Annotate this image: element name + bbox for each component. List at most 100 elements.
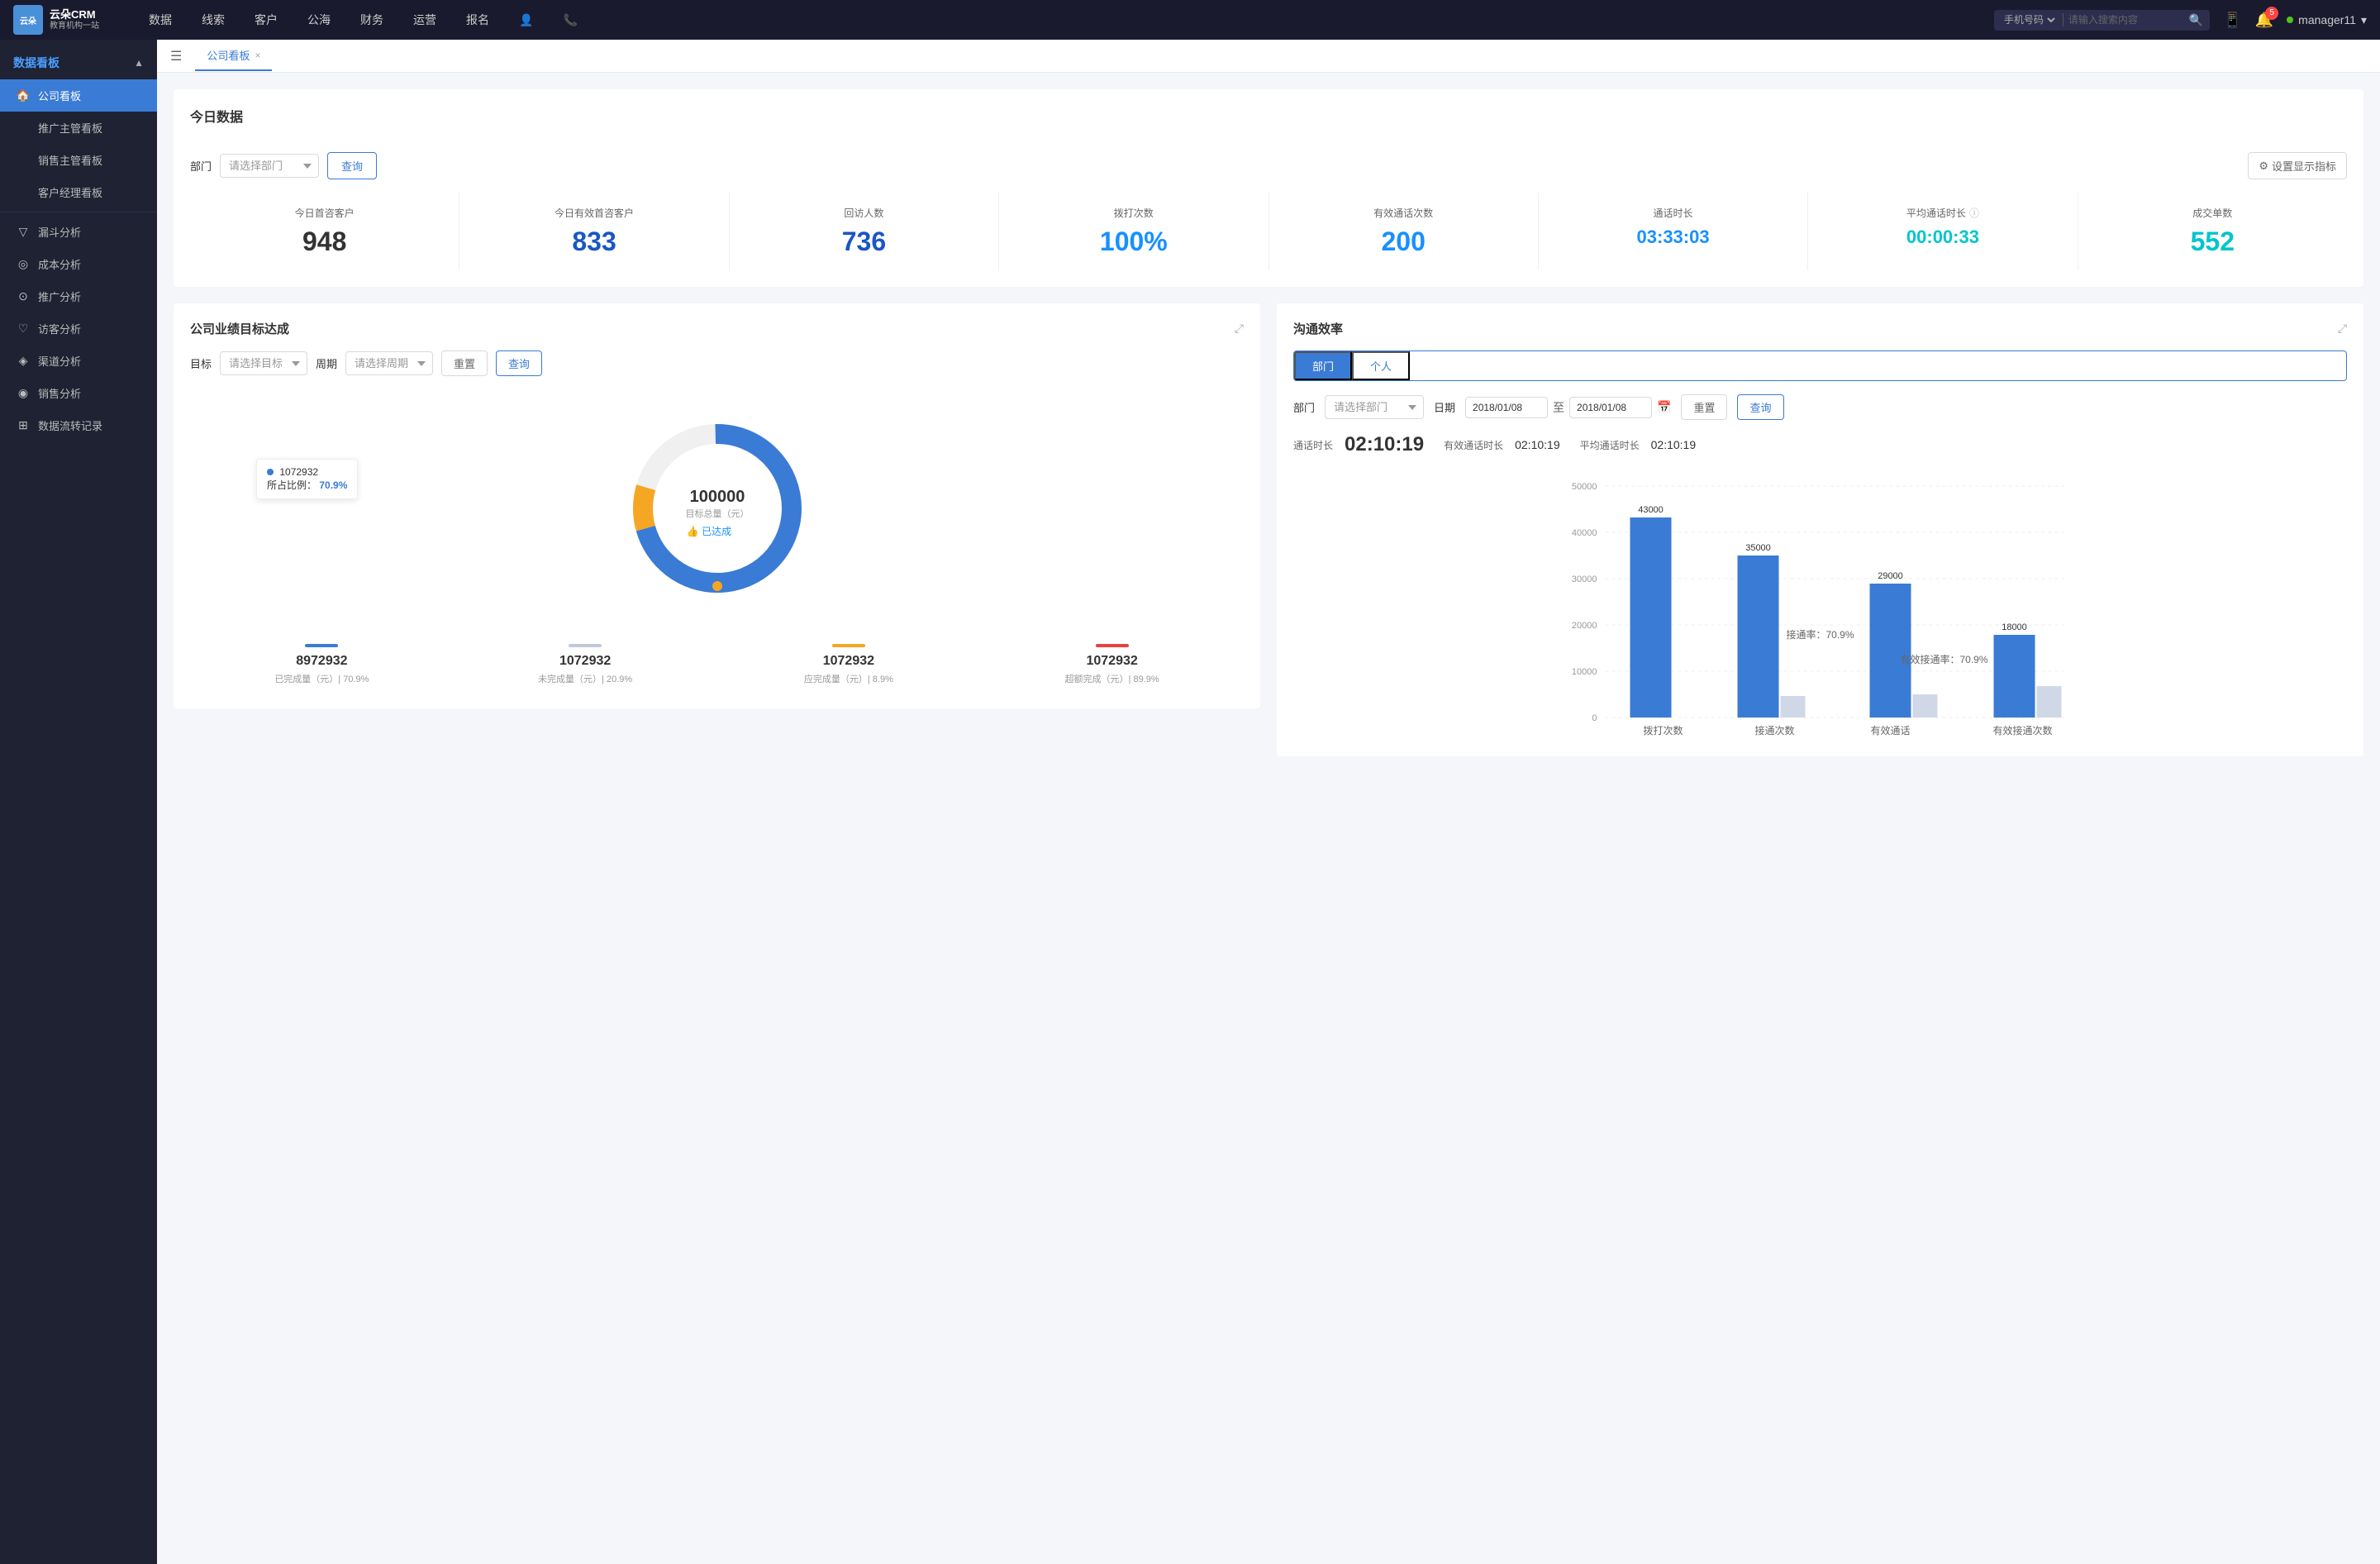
bm-bar-completed [305, 644, 338, 647]
comm-expand-icon[interactable]: ⤢ [2338, 322, 2347, 336]
sidebar-item-data-flow[interactable]: ⊞ 数据流转记录 [0, 409, 157, 441]
content-area: ☰ 公司看板 × 今日数据 部门 请选择部门 查询 [157, 40, 2380, 1564]
metric-value-2: 736 [736, 226, 992, 257]
comm-tab-buttons: 部门 个人 [1293, 350, 2347, 381]
search-box: 手机号码 🔍 [1994, 10, 2210, 31]
sidebar-icon-data-flow: ⊞ [17, 419, 30, 432]
svg-text:目标总量（元）: 目标总量（元） [685, 508, 749, 519]
today-panel-header: 今日数据 [190, 106, 2347, 139]
sidebar-item-channel[interactable]: ◈ 渠道分析 [0, 345, 157, 377]
target-query-button[interactable]: 查询 [496, 350, 542, 376]
nav-ops[interactable]: 运营 [410, 12, 440, 28]
sidebar-section-header[interactable]: 数据看板 ▲ [0, 46, 157, 79]
right-column: 沟通效率 ⤢ 部门 个人 部门 请选择部门 日期 [1277, 303, 2363, 756]
settings-label: 设置显示指标 [2272, 158, 2336, 174]
online-indicator [2287, 17, 2293, 23]
bar-dial-count [1630, 517, 1672, 718]
sidebar-item-sales-board[interactable]: 销售主管看板 [0, 144, 157, 176]
user-dropdown-icon[interactable]: ▾ [2361, 13, 2367, 27]
sidebar-label-channel: 渠道分析 [38, 353, 81, 369]
metric-eff-calls: 有效通话次数 200 [1269, 193, 1539, 270]
sidebar-icon-sales-analysis: ◉ [17, 387, 30, 400]
today-query-button[interactable]: 查询 [327, 152, 377, 179]
date-end-input[interactable] [1569, 397, 1652, 418]
comm-date-label: 日期 [1434, 399, 1455, 415]
sidebar-item-customer-board[interactable]: 客户经理看板 [0, 176, 157, 208]
nav-finance[interactable]: 财务 [357, 12, 387, 28]
sidebar-label-promo-analysis: 推广分析 [38, 288, 81, 304]
sidebar-item-promo-board[interactable]: 推广主管看板 [0, 112, 157, 144]
tab-company-board[interactable]: 公司看板 × [195, 41, 272, 71]
target-label: 目标 [190, 355, 212, 371]
tab-close-icon[interactable]: × [255, 50, 260, 61]
tab-bar-menu-icon[interactable]: ☰ [170, 48, 182, 64]
sidebar: 数据看板 ▲ 🏠 公司看板 推广主管看板 销售主管看板 客户经理看板 ▽ 漏斗分… [0, 40, 157, 1564]
sidebar-icon-company: 🏠 [17, 89, 30, 103]
sidebar-label-data-flow: 数据流转记录 [38, 417, 102, 433]
sidebar-icon-promo [17, 122, 30, 135]
settings-display-button[interactable]: ⚙ 设置显示指标 [2248, 152, 2347, 179]
tablet-icon[interactable]: 📱 [2223, 12, 2241, 29]
comm-panel: 沟通效率 ⤢ 部门 个人 部门 请选择部门 日期 [1277, 303, 2363, 756]
metric-label-2: 回访人数 [736, 206, 992, 220]
nav-right: 手机号码 🔍 📱 🔔 5 manager11 ▾ [1994, 10, 2367, 31]
sidebar-item-funnel[interactable]: ▽ 漏斗分析 [0, 216, 157, 248]
comm-query-button[interactable]: 查询 [1737, 394, 1783, 420]
target-reset-button[interactable]: 重置 [441, 350, 488, 376]
tab-dept[interactable]: 部门 [1294, 351, 1352, 380]
search-type-select[interactable]: 手机号码 [2001, 13, 2058, 26]
call-stat-total-duration: 通话时长 02:10:19 [1293, 433, 1424, 456]
avg-duration-value: 02:10:19 [1651, 438, 1697, 451]
target-select[interactable]: 请选择目标 [220, 351, 307, 375]
calendar-icon[interactable]: 📅 [1657, 400, 1671, 414]
donut-chart-area: 1072932 所占比例： 70.9% [190, 393, 1244, 624]
nav-phone-icon[interactable]: 📞 [559, 13, 580, 27]
svg-text:0: 0 [1592, 713, 1597, 723]
dept-select[interactable]: 请选择部门 [220, 154, 319, 178]
svg-text:10000: 10000 [1572, 667, 1597, 677]
period-label: 周期 [316, 355, 337, 371]
nav-enroll[interactable]: 报名 [463, 12, 493, 28]
search-icon[interactable]: 🔍 [2189, 13, 2203, 27]
svg-text:100000: 100000 [689, 488, 745, 506]
search-input[interactable] [2068, 14, 2184, 26]
period-select[interactable]: 请选择周期 [345, 351, 433, 375]
bm-bar-incomplete [569, 644, 602, 647]
sidebar-item-promo-analysis[interactable]: ⊙ 推广分析 [0, 280, 157, 312]
nav-customers[interactable]: 客户 [251, 12, 281, 28]
sidebar-label-customer: 客户经理看板 [38, 184, 102, 200]
bm-bar-exceeded [1096, 644, 1129, 647]
date-start-input[interactable] [1465, 397, 1548, 418]
sidebar-icon-sales [17, 154, 30, 167]
target-filters: 目标 请选择目标 周期 请选择周期 重置 查询 [190, 350, 1244, 376]
nav-leads[interactable]: 线索 [198, 12, 228, 28]
two-column-layout: 公司业绩目标达成 ⤢ 目标 请选择目标 周期 请选择周期 [174, 303, 2363, 756]
notification-icon[interactable]: 🔔 5 [2255, 12, 2273, 29]
sidebar-icon-funnel: ▽ [17, 226, 30, 239]
bm-label-2: 应完成量（元）| 8.9% [724, 672, 974, 685]
sidebar-item-cost[interactable]: ◎ 成本分析 [0, 248, 157, 280]
nav-person-icon[interactable]: 👤 [516, 13, 536, 27]
user-info[interactable]: manager11 ▾ [2287, 13, 2367, 27]
bar-connect-count [1738, 556, 1779, 718]
comm-reset-button[interactable]: 重置 [1681, 394, 1727, 420]
bm-label-1: 未完成量（元）| 20.9% [460, 672, 711, 685]
expand-icon[interactable]: ⤢ [1235, 322, 1244, 336]
total-duration-value: 02:10:19 [1345, 433, 1424, 456]
comm-dept-select[interactable]: 请选择部门 [1325, 395, 1424, 419]
bm-value-3: 1072932 [987, 654, 1237, 669]
tab-personal[interactable]: 个人 [1352, 351, 1410, 380]
username: manager11 [2298, 13, 2356, 26]
nav-public[interactable]: 公海 [304, 12, 334, 28]
sidebar-item-sales-analysis[interactable]: ◉ 销售分析 [0, 377, 157, 409]
svg-text:接通率：70.9%: 接通率：70.9% [1786, 628, 1854, 641]
call-stat-avg-duration: 平均通话时长 02:10:19 [1580, 438, 1697, 452]
target-panel-title: 公司业绩目标达成 [190, 320, 289, 337]
page-content: 今日数据 部门 请选择部门 查询 ⚙ 设置显示指标 [157, 73, 2380, 773]
dept-filter: 今日数据 [190, 106, 243, 139]
bm-completed: 8972932 已完成量（元）| 70.9% [190, 637, 454, 692]
nav-data[interactable]: 数据 [145, 12, 175, 28]
dept-filter-row: 部门 请选择部门 查询 ⚙ 设置显示指标 [190, 152, 2347, 179]
sidebar-item-visitor[interactable]: ♡ 访客分析 [0, 312, 157, 345]
sidebar-item-company-board[interactable]: 🏠 公司看板 [0, 79, 157, 112]
